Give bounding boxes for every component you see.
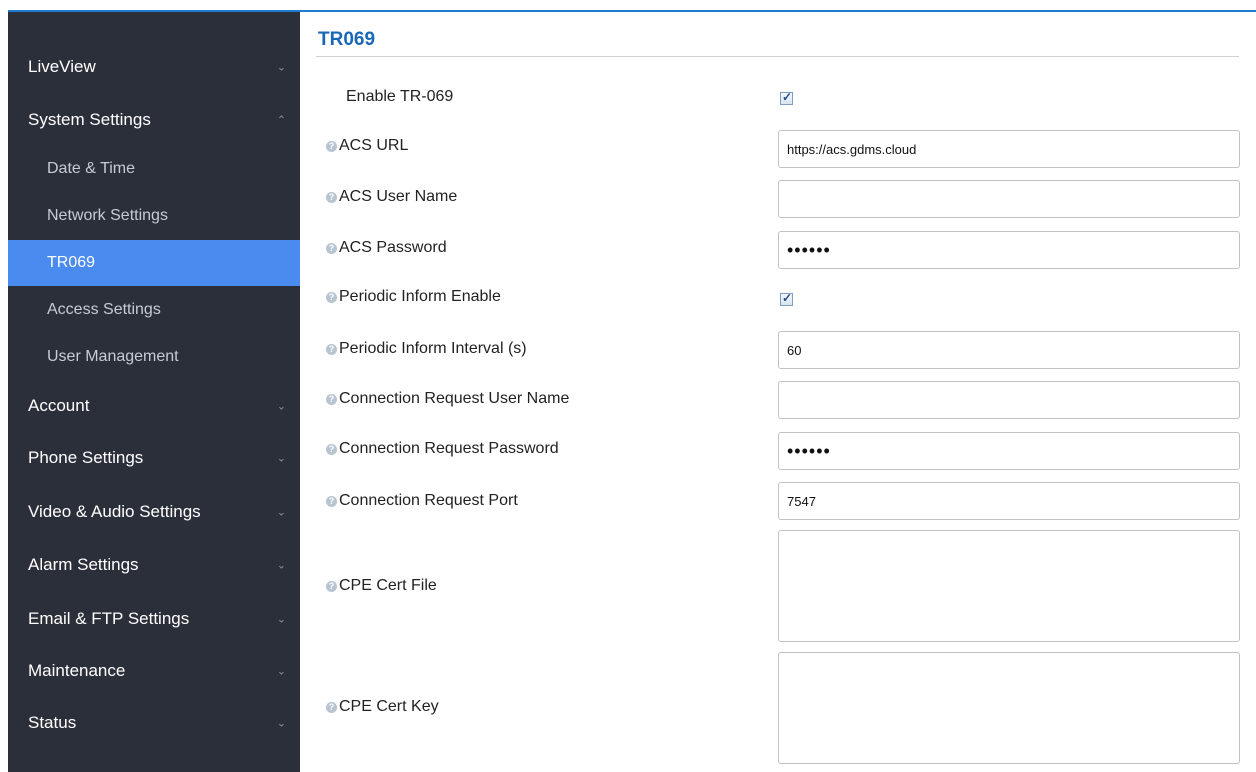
chevron-down-icon: ⌄ bbox=[276, 665, 286, 678]
acs-url-label: ? ACS URL bbox=[326, 137, 408, 155]
cpe-cert-file-label: ? CPE Cert File bbox=[326, 577, 437, 595]
sidebar-item-label: Phone Settings bbox=[28, 448, 144, 467]
acs-user-name-label: ? ACS User Name bbox=[326, 188, 457, 206]
connection-request-port-label-text: Connection Request Port bbox=[339, 492, 518, 509]
sidebar-subitem-label: Access Settings bbox=[47, 301, 161, 318]
sidebar: LiveView ⌄ System Settings ⌃ Date & Time… bbox=[8, 12, 300, 772]
sidebar-item-liveview[interactable]: LiveView ⌄ bbox=[8, 42, 300, 92]
connection-request-password-input[interactable] bbox=[778, 432, 1240, 470]
sidebar-item-label: Email & FTP Settings bbox=[28, 609, 190, 628]
help-icon[interactable]: ? bbox=[326, 344, 337, 355]
chevron-down-icon: ⌄ bbox=[276, 452, 286, 465]
help-icon[interactable]: ? bbox=[326, 141, 337, 152]
chevron-up-icon: ⌃ bbox=[276, 114, 286, 127]
connection-request-user-name-label: ? Connection Request User Name bbox=[326, 390, 569, 408]
periodic-inform-enable-label-text: Periodic Inform Enable bbox=[339, 288, 501, 305]
acs-url-input[interactable] bbox=[778, 130, 1240, 168]
help-icon[interactable]: ? bbox=[326, 496, 337, 507]
checkmark-icon: ✓ bbox=[782, 291, 793, 305]
acs-password-input[interactable] bbox=[778, 231, 1240, 269]
help-icon[interactable]: ? bbox=[326, 444, 337, 455]
sidebar-item-phone-settings[interactable]: Phone Settings ⌄ bbox=[8, 432, 300, 484]
help-icon[interactable]: ? bbox=[326, 243, 337, 254]
periodic-inform-interval-label: ? Periodic Inform Interval (s) bbox=[326, 340, 527, 358]
sidebar-item-label: Account bbox=[28, 396, 90, 415]
sidebar-item-account[interactable]: Account ⌄ bbox=[8, 380, 300, 432]
sidebar-item-status[interactable]: Status ⌄ bbox=[8, 697, 300, 749]
sidebar-subitem-network-settings[interactable]: Network Settings bbox=[8, 193, 300, 239]
help-icon[interactable]: ? bbox=[326, 192, 337, 203]
acs-password-label: ? ACS Password bbox=[326, 239, 447, 257]
cpe-cert-file-label-text: CPE Cert File bbox=[339, 577, 437, 594]
cpe-cert-key-label-text: CPE Cert Key bbox=[339, 698, 439, 715]
sidebar-item-label: System Settings bbox=[28, 110, 151, 129]
help-icon[interactable]: ? bbox=[326, 702, 337, 713]
page-title: TR069 bbox=[318, 29, 376, 50]
sidebar-subitem-label: Network Settings bbox=[47, 207, 168, 224]
help-icon[interactable]: ? bbox=[326, 394, 337, 405]
periodic-inform-enable-checkbox[interactable]: ✓ bbox=[780, 291, 793, 306]
sidebar-item-system-settings[interactable]: System Settings ⌃ bbox=[8, 95, 300, 145]
enable-tr069-checkbox[interactable]: ✓ bbox=[780, 90, 793, 105]
help-icon[interactable]: ? bbox=[326, 581, 337, 592]
connection-request-password-label-text: Connection Request Password bbox=[339, 440, 559, 457]
sidebar-subitem-user-management[interactable]: User Management bbox=[8, 334, 300, 380]
enable-tr069-label: Enable TR-069 bbox=[346, 88, 454, 105]
periodic-inform-interval-input[interactable] bbox=[778, 331, 1240, 369]
sidebar-subitem-date-time[interactable]: Date & Time bbox=[8, 146, 300, 192]
periodic-inform-interval-label-text: Periodic Inform Interval (s) bbox=[339, 340, 527, 357]
sidebar-item-label: Alarm Settings bbox=[28, 555, 139, 574]
sidebar-subitem-label: TR069 bbox=[47, 254, 96, 271]
chevron-down-icon: ⌄ bbox=[276, 506, 286, 519]
chevron-down-icon: ⌄ bbox=[276, 613, 286, 626]
sidebar-item-video-audio-settings[interactable]: Video & Audio Settings ⌄ bbox=[8, 486, 300, 538]
sidebar-item-label: Status bbox=[28, 713, 77, 732]
sidebar-item-maintenance[interactable]: Maintenance ⌄ bbox=[8, 645, 300, 697]
chevron-down-icon: ⌄ bbox=[276, 61, 286, 74]
acs-password-label-text: ACS Password bbox=[339, 239, 447, 256]
acs-user-name-input[interactable] bbox=[778, 180, 1240, 218]
acs-user-name-label-text: ACS User Name bbox=[339, 188, 458, 205]
title-divider bbox=[316, 56, 1239, 57]
chevron-down-icon: ⌄ bbox=[276, 559, 286, 572]
checkmark-icon: ✓ bbox=[782, 90, 793, 104]
sidebar-item-label: Video & Audio Settings bbox=[28, 502, 201, 521]
sidebar-subitem-label: Date & Time bbox=[47, 160, 136, 177]
sidebar-subitem-tr069[interactable]: TR069 bbox=[8, 240, 300, 286]
connection-request-password-label: ? Connection Request Password bbox=[326, 440, 559, 458]
cpe-cert-key-label: ? CPE Cert Key bbox=[326, 698, 439, 716]
sidebar-item-label: Maintenance bbox=[28, 661, 126, 680]
connection-request-port-label: ? Connection Request Port bbox=[326, 492, 518, 510]
sidebar-subitem-access-settings[interactable]: Access Settings bbox=[8, 287, 300, 333]
periodic-inform-enable-label: ? Periodic Inform Enable bbox=[326, 288, 501, 306]
chevron-down-icon: ⌄ bbox=[276, 717, 286, 730]
connection-request-port-input[interactable] bbox=[778, 482, 1240, 520]
connection-request-user-name-input[interactable] bbox=[778, 381, 1240, 419]
cpe-cert-key-textarea[interactable] bbox=[778, 652, 1240, 764]
sidebar-item-label: LiveView bbox=[28, 57, 96, 76]
help-icon[interactable]: ? bbox=[326, 292, 337, 303]
sidebar-subitem-label: User Management bbox=[47, 348, 179, 365]
connection-request-user-name-label-text: Connection Request User Name bbox=[339, 390, 570, 407]
chevron-down-icon: ⌄ bbox=[276, 400, 286, 413]
acs-url-label-text: ACS URL bbox=[339, 137, 409, 154]
cpe-cert-file-textarea[interactable] bbox=[778, 530, 1240, 642]
sidebar-item-email-ftp-settings[interactable]: Email & FTP Settings ⌄ bbox=[8, 593, 300, 645]
sidebar-item-alarm-settings[interactable]: Alarm Settings ⌄ bbox=[8, 539, 300, 591]
